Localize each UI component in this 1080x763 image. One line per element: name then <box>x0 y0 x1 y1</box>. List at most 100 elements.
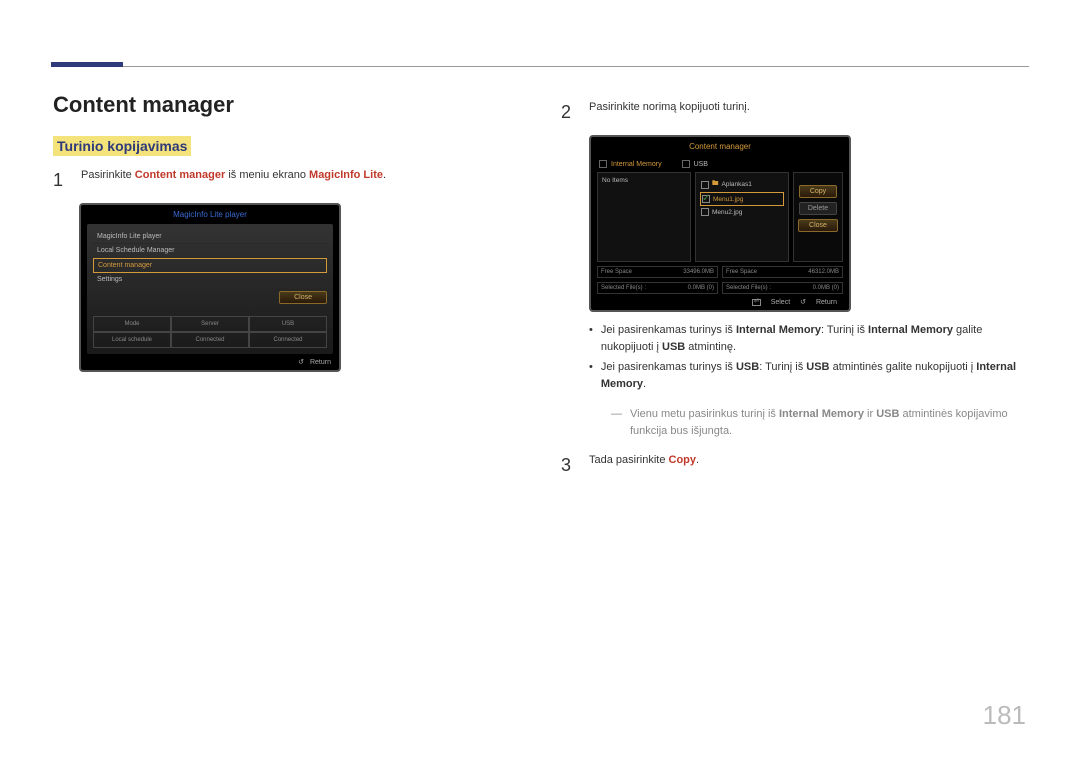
step-number: 1 <box>53 168 69 193</box>
label: Selected File(s) : <box>601 285 646 291</box>
action-buttons: Copy Delete Close <box>796 175 840 232</box>
header-accent <box>51 62 123 67</box>
usb-column: 🖿Aplankas1 Menu1.jpg Menu2.jpg <box>695 172 789 262</box>
page-title: Content manager <box>53 92 523 118</box>
kw: USB <box>662 341 685 353</box>
free-space-right: Free Space 46312.0MB <box>722 266 843 278</box>
status-bar2: Local schedule Connected Connected <box>93 332 327 348</box>
right-column: 2 Pasirinkite norimą kopijuoti turinį. C… <box>561 100 1031 488</box>
file-name: Aplankas1 <box>722 181 752 188</box>
sub-note: ― Vienu metu pasirinkus turinį iš Intern… <box>611 406 1031 439</box>
t: : Turinį iš <box>759 361 806 373</box>
step-text: Tada pasirinkite Copy. <box>589 453 699 478</box>
menu-item-selected: Content manager <box>93 258 327 273</box>
no-items: No Items <box>602 177 628 184</box>
return-hint: Return <box>800 299 837 306</box>
kw: Internal Memory <box>736 324 821 336</box>
checkbox-icon <box>701 208 709 216</box>
menu-item: Settings <box>93 273 327 287</box>
t: iš meniu ekrano <box>225 169 309 181</box>
step-3: 3 Tada pasirinkite Copy. <box>561 453 1031 478</box>
status-cell: Connected <box>171 332 249 348</box>
screenshot-content-manager: Content manager Internal Memory USB No I… <box>589 135 851 312</box>
select-label: Select <box>771 299 790 306</box>
tab-label: USB <box>694 161 708 168</box>
tab-label: Internal Memory <box>611 161 662 168</box>
t: . <box>383 169 386 181</box>
label: Free Space <box>601 269 632 275</box>
tab-usb: USB <box>682 160 708 168</box>
t: Jei pasirenkamas turinys iš <box>601 324 736 336</box>
select-hint: Select <box>744 299 790 306</box>
folder-icon: 🖿 <box>712 179 719 190</box>
bullet-text: Jei pasirenkamas turinys iš Internal Mem… <box>601 322 1031 355</box>
selected-right: Selected File(s) :0.0MB (0) <box>722 282 843 294</box>
ss2-title: Content manager <box>591 137 849 156</box>
status-cell: Mode <box>93 316 171 332</box>
file-columns: No Items 🖿Aplankas1 Menu1.jpg Menu2.jpg … <box>597 172 843 262</box>
status-cell: Local schedule <box>93 332 171 348</box>
kw: Internal Memory <box>779 408 864 420</box>
bullet-icon: • <box>589 359 593 392</box>
delete-button: Delete <box>799 202 837 215</box>
file-name: Menu2.jpg <box>712 209 742 216</box>
kw: USB <box>876 408 899 420</box>
internal-column: No Items <box>597 172 691 262</box>
menu-item: MagicInfo Lite player <box>93 230 327 244</box>
bullet-1: • Jei pasirenkamas turinys iš Internal M… <box>589 322 1031 355</box>
file-name: Menu1.jpg <box>713 196 743 203</box>
section-title: Turinio kopijavimas <box>53 136 191 156</box>
left-column: Content manager Turinio kopijavimas 1 Pa… <box>53 92 523 372</box>
menu-item: Local Schedule Manager <box>93 244 327 258</box>
return-icon <box>298 359 306 366</box>
step-text: Pasirinkite Content manager iš meniu ekr… <box>81 168 386 193</box>
free-space-left: Free Space33496.0MB <box>597 266 718 278</box>
bullet-2: • Jei pasirenkamas turinys iš USB: Turin… <box>589 359 1031 392</box>
kw-content-manager: Content manager <box>135 169 225 181</box>
close-button: Close <box>279 291 327 304</box>
t: Jei pasirenkamas turinys iš <box>601 361 736 373</box>
kw-magicinfo: MagicInfo Lite <box>309 169 383 181</box>
radio-icon <box>682 160 690 168</box>
header-rule <box>51 66 1029 67</box>
status-cell: Server <box>171 316 249 332</box>
t: : Turinį iš <box>821 324 868 336</box>
bullet-icon: • <box>589 322 593 355</box>
ss1-body: MagicInfo Lite player Local Schedule Man… <box>87 224 333 354</box>
source-tabs: Internal Memory USB <box>591 156 849 172</box>
file-row: 🖿Aplankas1 <box>700 177 784 192</box>
close-row: Close <box>93 287 327 308</box>
return-label: Return <box>310 359 331 366</box>
label: Selected File(s) : <box>726 285 771 291</box>
t: atmintinės galite nukopijuoti į <box>830 361 977 373</box>
step-1: 1 Pasirinkite Content manager iš meniu e… <box>53 168 523 193</box>
status-bar: Mode Server USB <box>93 316 327 332</box>
t: . <box>696 454 699 466</box>
tab-internal-memory: Internal Memory <box>599 160 662 168</box>
selected-left: Selected File(s) : 0.0MB (0) <box>597 282 718 294</box>
checkbox-checked-icon <box>702 195 710 203</box>
step-2: 2 Pasirinkite norimą kopijuoti turinį. <box>561 100 1031 125</box>
file-row: Menu2.jpg <box>700 206 784 218</box>
value: 46312.0MB <box>808 269 839 275</box>
action-column: Copy Delete Close <box>793 172 843 262</box>
kw: USB <box>736 361 759 373</box>
note-text: Vienu metu pasirinkus turinį iš Internal… <box>630 406 1031 439</box>
copy-button: Copy <box>799 185 837 198</box>
status-cell: USB <box>249 316 327 332</box>
ss2-footer: Select Return <box>591 294 849 306</box>
ss1-footer: Return <box>81 354 339 366</box>
checkbox-icon <box>701 181 709 189</box>
enter-icon <box>752 299 761 306</box>
kw-copy: Copy <box>669 454 697 466</box>
t: ir <box>864 408 876 420</box>
return-label: Return <box>816 299 837 306</box>
selected-row: Selected File(s) : 0.0MB (0) Selected Fil… <box>597 282 843 294</box>
t: Pasirinkite <box>81 169 135 181</box>
t: atmintinę. <box>685 341 736 353</box>
status-cell: Connected <box>249 332 327 348</box>
label: Free Space <box>726 269 757 275</box>
value: 0.0MB (0) <box>688 285 714 291</box>
step-number: 3 <box>561 453 577 478</box>
bullet-text: Jei pasirenkamas turinys iš USB: Turinį … <box>601 359 1031 392</box>
